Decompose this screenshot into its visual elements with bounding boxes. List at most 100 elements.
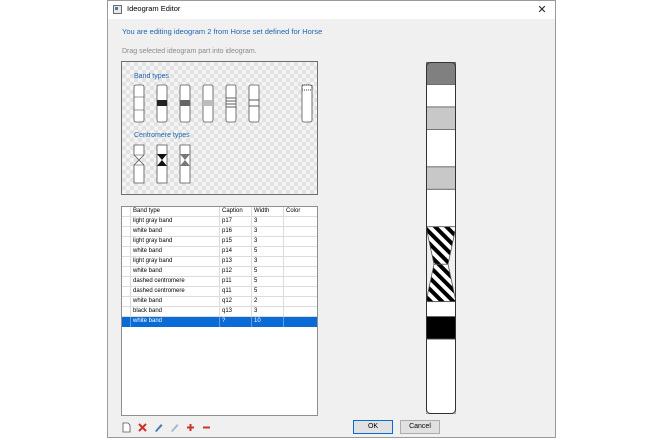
color-cell[interactable] — [284, 227, 317, 237]
ideogram-band-unnamed[interactable] — [426, 338, 456, 414]
width-cell[interactable]: 5 — [252, 277, 284, 287]
table-row[interactable]: white band? 10 — [122, 317, 317, 327]
row-selector[interactable] — [122, 217, 131, 227]
ideogram-band-p11[interactable] — [426, 226, 456, 265]
color-cell[interactable] — [284, 217, 317, 227]
color-cell[interactable] — [284, 267, 317, 277]
table-row[interactable]: light gray band p15 3 — [122, 237, 317, 247]
caption-cell[interactable]: p16 — [220, 227, 252, 237]
edit-icon[interactable] — [153, 422, 164, 433]
band-type-cell[interactable]: black band — [131, 307, 220, 317]
caption-cell[interactable]: p13 — [220, 257, 252, 267]
row-selector[interactable] — [122, 267, 131, 277]
width-cell[interactable]: 3 — [252, 257, 284, 267]
band-type-cell[interactable]: white band — [131, 227, 220, 237]
column-header-width[interactable]: Width — [252, 207, 284, 217]
band-type-cell[interactable]: white band — [131, 297, 220, 307]
new-icon[interactable] — [121, 422, 132, 433]
table-row[interactable]: white band q12 2 — [122, 297, 317, 307]
cancel-button[interactable]: Cancel — [400, 420, 440, 434]
light-gray-band-icon[interactable] — [202, 84, 214, 123]
black-centromere-icon[interactable] — [156, 144, 168, 184]
edit-disabled-icon[interactable] — [169, 422, 180, 433]
column-header-caption[interactable]: Caption — [220, 207, 252, 217]
table-row[interactable]: white band p16 3 — [122, 227, 317, 237]
table-row[interactable]: light gray band p13 3 — [122, 257, 317, 267]
row-selector[interactable] — [122, 307, 131, 317]
color-cell[interactable] — [284, 317, 317, 327]
row-selector[interactable] — [122, 237, 131, 247]
color-cell[interactable] — [284, 237, 317, 247]
caption-cell[interactable]: ? — [220, 317, 252, 327]
caption-cell[interactable]: q13 — [220, 307, 252, 317]
caption-cell[interactable]: q11 — [220, 287, 252, 297]
color-cell[interactable] — [284, 307, 317, 317]
column-header-color[interactable]: Color — [284, 207, 317, 217]
table-row[interactable]: dashed centromere q11 5 — [122, 287, 317, 297]
row-selector[interactable] — [122, 297, 131, 307]
band-type-cell[interactable]: light gray band — [131, 257, 220, 267]
remove-icon[interactable] — [201, 422, 212, 433]
row-selector[interactable] — [122, 257, 131, 267]
row-selector[interactable] — [122, 287, 131, 297]
caption-cell[interactable]: p11 — [220, 277, 252, 287]
table-row[interactable]: light gray band p17 3 — [122, 217, 317, 227]
width-cell[interactable]: 5 — [252, 287, 284, 297]
table-row[interactable]: white band p14 5 — [122, 247, 317, 257]
black-band-icon[interactable] — [156, 84, 168, 123]
close-button[interactable]: ✕ — [529, 1, 555, 19]
ideogram-band-p16[interactable] — [426, 84, 456, 108]
ok-button[interactable]: OK — [353, 420, 393, 434]
color-cell[interactable] — [284, 287, 317, 297]
gray-centromere-icon[interactable] — [179, 144, 191, 184]
width-cell[interactable]: 10 — [252, 317, 284, 327]
ideogram-preview[interactable] — [426, 62, 456, 414]
ideogram-band-p17[interactable] — [426, 62, 456, 85]
band-type-cell[interactable]: light gray band — [131, 237, 220, 247]
row-selector[interactable] — [122, 317, 131, 327]
caption-cell[interactable]: p14 — [220, 247, 252, 257]
width-cell[interactable]: 2 — [252, 297, 284, 307]
row-selector[interactable] — [122, 247, 131, 257]
band-type-cell[interactable]: white band — [131, 317, 220, 327]
table-row[interactable]: dashed centromere p11 5 — [122, 277, 317, 287]
caption-cell[interactable]: q12 — [220, 297, 252, 307]
caption-cell[interactable]: p17 — [220, 217, 252, 227]
width-cell[interactable]: 3 — [252, 227, 284, 237]
band-type-cell[interactable]: white band — [131, 267, 220, 277]
band-type-cell[interactable]: dashed centromere — [131, 277, 220, 287]
ideogram-band-p14[interactable] — [426, 129, 456, 168]
ideogram-band-p12[interactable] — [426, 188, 456, 228]
color-cell[interactable] — [284, 257, 317, 267]
white-centromere-icon[interactable] — [133, 144, 145, 184]
ideogram-band-q13[interactable] — [426, 316, 456, 340]
dotted-band-icon[interactable] — [301, 84, 313, 123]
ideogram-band-q11[interactable] — [426, 263, 456, 303]
width-cell[interactable]: 5 — [252, 267, 284, 277]
row-selector[interactable] — [122, 227, 131, 237]
table-row[interactable]: white band p12 5 — [122, 267, 317, 277]
ideogram-band-q12[interactable] — [426, 301, 456, 318]
delete-icon[interactable] — [137, 422, 148, 433]
add-icon[interactable] — [185, 422, 196, 433]
color-cell[interactable] — [284, 247, 317, 257]
width-cell[interactable]: 3 — [252, 217, 284, 227]
caption-cell[interactable]: p15 — [220, 237, 252, 247]
double-line-band-icon[interactable] — [248, 84, 260, 123]
caption-cell[interactable]: p12 — [220, 267, 252, 277]
color-cell[interactable] — [284, 297, 317, 307]
band-type-cell[interactable]: white band — [131, 247, 220, 257]
ideogram-band-p13[interactable] — [426, 166, 456, 190]
width-cell[interactable]: 5 — [252, 247, 284, 257]
band-type-cell[interactable]: light gray band — [131, 217, 220, 227]
band-type-cell[interactable]: dashed centromere — [131, 287, 220, 297]
table-row[interactable]: black band q13 3 — [122, 307, 317, 317]
white-band-icon[interactable] — [133, 84, 145, 123]
dark-gray-band-icon[interactable] — [179, 84, 191, 123]
ideogram-band-p15[interactable] — [426, 106, 456, 130]
color-cell[interactable] — [284, 277, 317, 287]
width-cell[interactable]: 3 — [252, 307, 284, 317]
width-cell[interactable]: 3 — [252, 237, 284, 247]
row-selector[interactable] — [122, 277, 131, 287]
striped-band-icon[interactable] — [225, 84, 237, 123]
